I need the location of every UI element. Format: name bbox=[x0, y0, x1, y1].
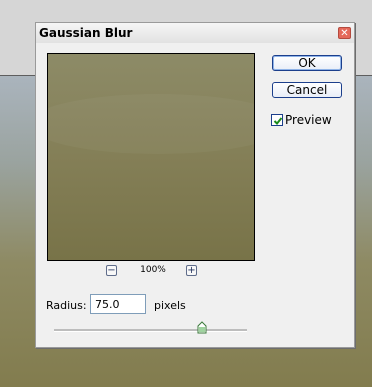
zoom-out-button[interactable]: − bbox=[106, 265, 117, 276]
preview-label: Preview bbox=[285, 113, 332, 127]
preview-image bbox=[48, 94, 254, 154]
close-icon: ✕ bbox=[340, 28, 349, 39]
dialog-title: Gaussian Blur bbox=[39, 26, 133, 40]
radius-label: Radius: bbox=[46, 299, 87, 312]
radius-slider-track[interactable] bbox=[54, 329, 247, 332]
zoom-level: 100% bbox=[140, 265, 166, 275]
preview-pane[interactable] bbox=[47, 53, 255, 261]
minus-icon: − bbox=[107, 265, 116, 276]
ok-button[interactable]: OK bbox=[272, 55, 342, 71]
radius-slider-thumb[interactable] bbox=[197, 321, 207, 334]
cancel-button[interactable]: Cancel bbox=[272, 82, 342, 98]
checkmark-icon bbox=[273, 117, 283, 125]
zoom-controls: − 100% + bbox=[106, 265, 206, 279]
gaussian-blur-dialog: Gaussian Blur ✕ − 100% + OK Cancel Previ… bbox=[35, 22, 355, 348]
plus-icon: + bbox=[187, 265, 196, 276]
radius-input[interactable] bbox=[90, 294, 146, 314]
radius-unit-label: pixels bbox=[154, 299, 186, 312]
preview-checkbox[interactable] bbox=[271, 114, 283, 126]
dialog-titlebar[interactable]: Gaussian Blur ✕ bbox=[36, 23, 354, 43]
zoom-in-button[interactable]: + bbox=[186, 265, 197, 276]
close-button[interactable]: ✕ bbox=[338, 27, 351, 39]
